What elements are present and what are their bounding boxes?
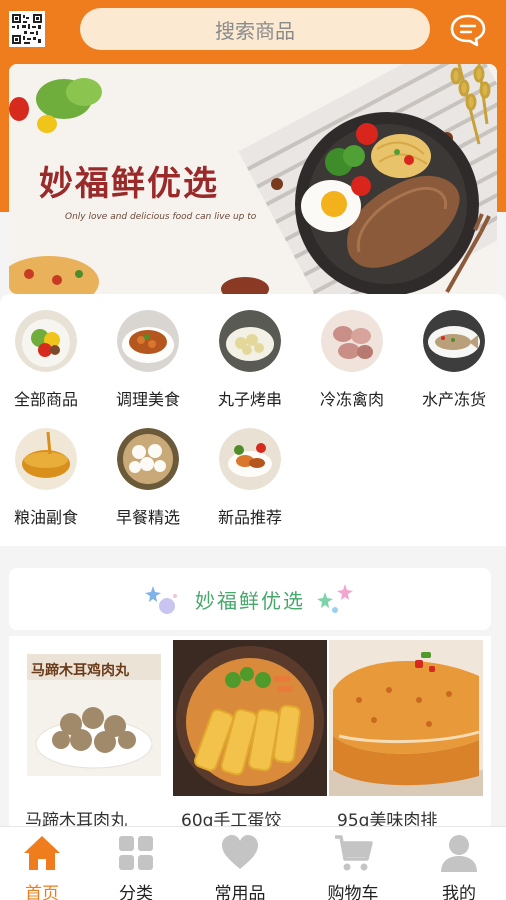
category-label: 新品推荐	[217, 508, 282, 527]
category-new-arrivals[interactable]: 新品推荐	[207, 428, 293, 528]
product-name: 95g美味肉排	[337, 811, 438, 826]
category-frozen-poultry[interactable]: 冷冻禽肉	[309, 310, 395, 410]
category-label: 调理美食	[115, 390, 180, 409]
tab-label: 首页	[25, 884, 59, 900]
search-input[interactable]: 搜索商品	[80, 8, 430, 50]
tab-home[interactable]: 首页	[0, 833, 84, 900]
promo-banner[interactable]: 妙福鲜优选 Only love and delicious food can l…	[9, 64, 497, 294]
product-image: 马蹄木耳鸡肉丸	[17, 640, 171, 796]
message-bubble-icon[interactable]	[449, 12, 487, 48]
category-label: 丸子烤串	[217, 390, 282, 409]
category-label: 粮油副食	[13, 508, 78, 527]
sparkle-right-icon	[317, 584, 353, 613]
category-prepared-food[interactable]: 调理美食	[105, 310, 191, 410]
category-grid: 全部商品 调理美食 丸子烤串 冷冻禽肉 水产冻货 粮油副食 早餐精选 新品推荐	[0, 294, 506, 546]
category-grid-icon	[116, 833, 156, 873]
product-list: 马蹄木耳鸡肉丸 马蹄木耳肉丸 60g手工蛋饺 95g美味肉排	[9, 636, 491, 826]
meatball-bowl-icon	[219, 310, 281, 372]
poultry-meat-icon	[321, 310, 383, 372]
heart-icon	[220, 833, 260, 873]
tab-label: 常用品	[214, 884, 266, 900]
oil-bowl-icon	[15, 428, 77, 490]
product-card[interactable]: 马蹄木耳鸡肉丸 马蹄木耳肉丸	[17, 640, 171, 826]
category-label: 全部商品	[13, 390, 78, 409]
braised-dish-icon	[117, 310, 179, 372]
product-card[interactable]: 60g手工蛋饺	[173, 640, 327, 826]
home-icon	[22, 833, 62, 873]
sparkle-left-icon	[145, 586, 177, 614]
product-name: 马蹄木耳肉丸	[25, 811, 127, 826]
tab-cart[interactable]: 购物车	[311, 833, 395, 900]
product-image	[173, 640, 327, 796]
product-card[interactable]: 95g美味肉排	[329, 640, 483, 826]
salad-plate-icon	[15, 310, 77, 372]
fish-plate-icon	[423, 310, 485, 372]
category-label: 水产冻货	[421, 390, 486, 409]
tab-favorites[interactable]: 常用品	[198, 833, 282, 900]
banner-area: 妙福鲜优选 Only love and delicious food can l…	[0, 62, 506, 294]
product-image-caption: 马蹄木耳鸡肉丸	[31, 663, 129, 679]
tab-label: 我的	[442, 884, 476, 900]
category-all-products[interactable]: 全部商品	[3, 310, 89, 410]
tab-label: 分类	[119, 884, 153, 900]
tab-label: 购物车	[327, 884, 379, 900]
category-label: 早餐精选	[115, 508, 180, 527]
dumpling-steamer-icon	[117, 428, 179, 490]
cart-icon	[333, 833, 373, 873]
search-placeholder: 搜索商品	[215, 18, 295, 43]
product-name: 60g手工蛋饺	[181, 811, 282, 826]
featured-section-header: 妙福鲜优选	[9, 568, 491, 630]
user-icon	[439, 833, 479, 873]
category-label: 冷冻禽肉	[319, 390, 384, 409]
home-page: 搜索商品 妙福鲜优选 Only love and delicious food …	[0, 0, 506, 900]
banner-subtitle: Only love and delicious food can live up…	[65, 212, 257, 222]
featured-section-title: 妙福鲜优选	[195, 588, 305, 613]
bottom-tab-bar: 首页 分类 常用品 购物车 我的	[0, 826, 506, 900]
qr-code-icon[interactable]	[9, 11, 45, 47]
banner-title: 妙福鲜优选	[39, 164, 219, 204]
new-dish-icon	[219, 428, 281, 490]
product-image	[329, 640, 483, 796]
category-meatballs-skewers[interactable]: 丸子烤串	[207, 310, 293, 410]
tab-category[interactable]: 分类	[94, 833, 178, 900]
top-header: 搜索商品	[0, 0, 506, 62]
category-aquatic-frozen[interactable]: 水产冻货	[411, 310, 497, 410]
category-breakfast[interactable]: 早餐精选	[105, 428, 191, 528]
category-grain-oil[interactable]: 粮油副食	[3, 428, 89, 528]
tab-profile[interactable]: 我的	[417, 833, 501, 900]
